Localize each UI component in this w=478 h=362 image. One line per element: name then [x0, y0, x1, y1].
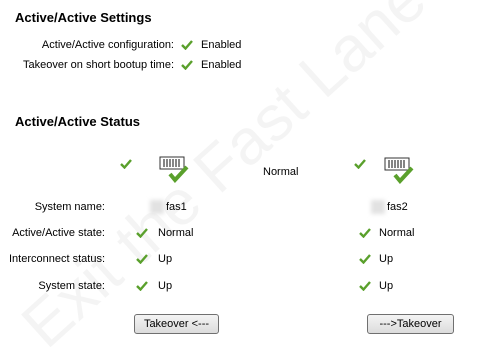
node2-check-icon: [354, 159, 366, 169]
node2-server-icon: [384, 156, 414, 185]
node1-interconnect: Up: [158, 253, 173, 265]
check-icon: [181, 40, 193, 50]
node1-aa-state: Normal: [158, 227, 194, 239]
aa-state-label: Active/Active state:: [12, 227, 105, 239]
node2-interconnect: Up: [379, 253, 394, 265]
aa-config-value: Enabled: [201, 39, 242, 51]
node2-aa-state: Normal: [379, 227, 415, 239]
status-title: Active/Active Status: [15, 114, 140, 129]
takeover-right-button[interactable]: --->Takeover: [367, 314, 454, 334]
node2-system-state: Up: [379, 280, 394, 292]
takeover-left-button[interactable]: Takeover <---: [134, 314, 219, 334]
node2-system-name: fas2: [387, 201, 408, 213]
check-icon: [136, 228, 148, 238]
center-state: Normal: [263, 166, 299, 178]
check-icon: [359, 228, 371, 238]
check-icon: [136, 281, 148, 291]
settings-title: Active/Active Settings: [15, 10, 152, 25]
check-icon: [181, 60, 193, 70]
node1-server-icon: [159, 155, 189, 184]
node1-system-name: fas1: [166, 201, 187, 213]
check-icon: [136, 254, 148, 264]
redacted-prefix: [371, 200, 385, 214]
interconnect-label: Interconnect status:: [9, 253, 105, 265]
takeover-bootup-value: Enabled: [201, 59, 242, 71]
system-name-label: System name:: [34, 201, 105, 213]
takeover-bootup-label: Takeover on short bootup time:: [22, 59, 174, 71]
node1-check-icon: [120, 159, 132, 169]
check-icon: [359, 254, 371, 264]
redacted-prefix: [150, 200, 164, 214]
aa-config-label: Active/Active configuration:: [41, 39, 174, 51]
node1-system-state: Up: [158, 280, 173, 292]
system-state-label: System state:: [38, 280, 105, 292]
check-icon: [359, 281, 371, 291]
